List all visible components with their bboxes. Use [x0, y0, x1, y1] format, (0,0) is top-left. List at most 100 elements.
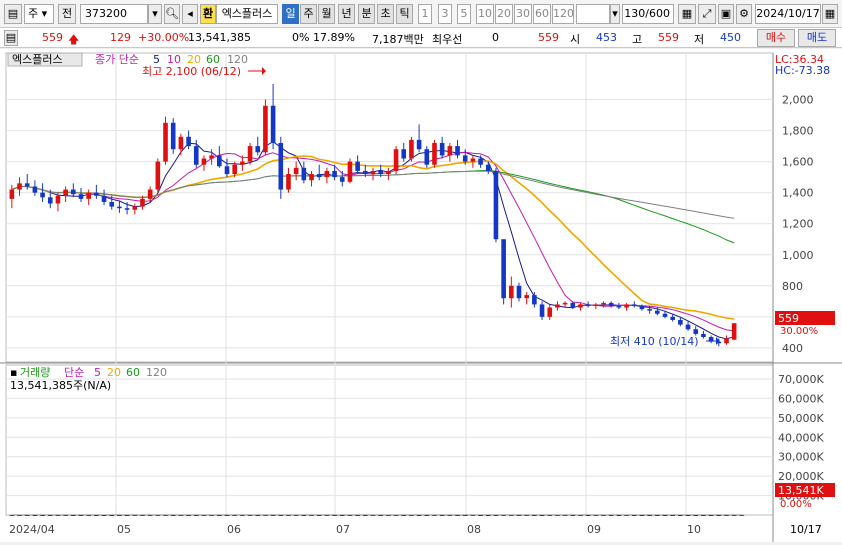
price-tick-label: 1,600 [782, 156, 814, 169]
volume-bar [655, 514, 660, 516]
menu-select[interactable]: 주 ▾ [24, 4, 54, 24]
volume-bar [639, 514, 645, 516]
prev-button[interactable]: 전 [58, 4, 76, 24]
price-tick-label: 2,000 [782, 94, 814, 107]
interval-10[interactable]: 10 [476, 4, 494, 24]
chevron-down-icon: ▾ [38, 7, 48, 20]
sell-button[interactable]: 매도 [798, 29, 836, 47]
volume-bar [347, 514, 353, 516]
candle-body [332, 170, 337, 178]
toolbar: ▤ 주 ▾ 전 373200 ▾ 🔍︎ ◂ 환 엑스플러스 일 주 월 년 분 … [0, 0, 842, 28]
chart-area: 2,0001,8001,6001,4001,2001,000800600400 … [0, 49, 842, 542]
volume-bar [316, 514, 322, 516]
date-tick-label: 08 [467, 523, 481, 536]
candle-body [662, 313, 668, 317]
volume-tick-label: 50,000K [778, 412, 824, 425]
tab-period-day[interactable]: 일 [282, 4, 299, 24]
candle-body [339, 177, 345, 182]
search-icon[interactable]: 🔍︎ [164, 4, 180, 24]
volume-bar [324, 514, 330, 516]
low-price: 450 [720, 31, 741, 44]
date-input[interactable]: 2024/10/17 [755, 4, 821, 24]
priority-value: 0 [492, 31, 499, 44]
interval-1[interactable]: 1 [418, 4, 432, 24]
price-tick-label: 1,000 [782, 249, 814, 262]
layout-icon[interactable]: ▤ [4, 4, 22, 24]
volume-bar [117, 514, 122, 516]
save-icon[interactable]: ▣ [718, 4, 734, 24]
volume-bar [386, 514, 391, 516]
candle-body [178, 136, 184, 150]
candle-body [501, 239, 506, 299]
chart-tool-icon[interactable]: ⤢ [698, 4, 716, 24]
candle-body [524, 295, 529, 299]
code-input[interactable]: 373200 [80, 4, 148, 24]
candle-body [416, 139, 422, 150]
interval-3[interactable]: 3 [438, 4, 452, 24]
custom-interval-input[interactable] [576, 4, 610, 24]
candle-body [608, 302, 614, 306]
candle-body [109, 201, 115, 207]
candle-body [263, 105, 268, 153]
volume-bar [63, 514, 68, 516]
candle-body [363, 170, 368, 175]
volume-bar [578, 514, 583, 516]
volume-bar [124, 514, 130, 516]
current-price: 559 [42, 31, 63, 44]
speaker-icon[interactable]: ◂ [182, 4, 198, 24]
price-legend-prefix: 종가 단순 [95, 53, 139, 66]
date-tick-label: 05 [117, 523, 131, 536]
interval-120[interactable]: 120 [552, 4, 574, 24]
tab-period-month[interactable]: 월 [318, 4, 335, 24]
tab-period-second[interactable]: 초 [377, 4, 394, 24]
quote-toggle-icon[interactable]: ▤ [4, 30, 18, 46]
tab-period-week[interactable]: 주 [300, 4, 317, 24]
volume-bar [624, 514, 629, 516]
code-dropdown-icon[interactable]: ▾ [148, 4, 162, 24]
candle-body [147, 189, 153, 199]
grid-icon[interactable]: ▦ [678, 4, 696, 24]
change-rate: +30.00% [138, 31, 190, 44]
candle-body [247, 146, 253, 162]
volume-bar [355, 514, 360, 516]
candle-body [401, 149, 407, 159]
volume-bar [71, 514, 76, 516]
candle-body [670, 316, 675, 320]
candle-body [678, 319, 683, 325]
tab-period-tick[interactable]: 틱 [396, 4, 413, 24]
candle-body [209, 155, 214, 159]
candle-body [47, 197, 53, 204]
tab-period-minute[interactable]: 분 [358, 4, 375, 24]
volume-bar [616, 514, 622, 516]
candle-body [101, 195, 107, 202]
volume-bar [186, 514, 191, 516]
candle-body [639, 305, 645, 310]
candle-body [393, 149, 399, 171]
candle-body [255, 146, 261, 153]
legend-vol-ma5: 5 [94, 366, 101, 379]
volume-text: 13,541,385주(N/A) [10, 379, 111, 392]
volume-bar [86, 514, 91, 516]
volume-bar [647, 514, 652, 516]
interval-dropdown-icon[interactable]: ▾ [610, 4, 620, 24]
candle-body [347, 161, 353, 182]
candle-body [685, 324, 691, 330]
code-value: 373200 [85, 7, 127, 20]
calendar-icon[interactable]: ▦ [822, 4, 838, 24]
interval-20[interactable]: 20 [495, 4, 513, 24]
buy-button[interactable]: 매수 [757, 29, 795, 47]
volume-bar [424, 514, 430, 516]
interval-30[interactable]: 30 [514, 4, 532, 24]
interval-60[interactable]: 60 [533, 4, 551, 24]
x-axis-last-date: 10/17 [790, 523, 822, 536]
volume-bar [524, 514, 529, 516]
volume-tick-label: 20,000K [778, 470, 824, 483]
candle-body [655, 310, 660, 314]
interval-5[interactable]: 5 [457, 4, 471, 24]
candle-body [532, 295, 537, 305]
candle-body [324, 170, 330, 178]
count-input[interactable]: 130/600 [622, 4, 674, 24]
gear-icon[interactable]: ⚙ [736, 4, 752, 24]
candle-body [193, 146, 199, 165]
tab-period-year[interactable]: 년 [338, 4, 355, 24]
